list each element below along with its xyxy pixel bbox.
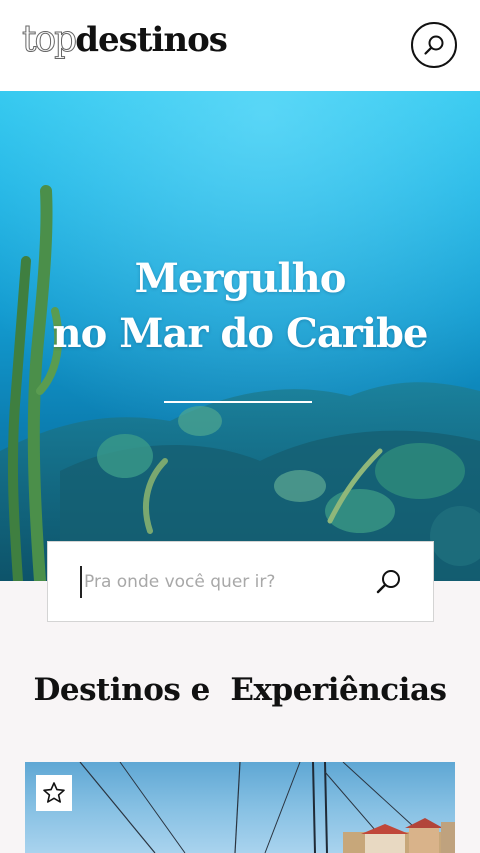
sailboat-harbor-image	[79, 762, 455, 853]
site-logo[interactable]: top destinos	[21, 19, 228, 68]
logo-light-text: top	[21, 19, 77, 60]
search-icon	[424, 35, 444, 55]
header-search-button[interactable]	[411, 22, 457, 68]
destination-card[interactable]	[25, 762, 455, 853]
logo-bold-text: destinos	[75, 20, 228, 60]
star-icon	[43, 782, 65, 803]
search-icon[interactable]	[375, 568, 403, 596]
destination-search	[47, 541, 434, 622]
hero-title: Mergulho no Mar do Caribe	[0, 251, 480, 361]
section-title: Destinos e Experiências	[33, 672, 448, 708]
site-header: top destinos	[0, 0, 480, 91]
hero-divider	[164, 401, 312, 403]
search-input[interactable]	[80, 566, 360, 598]
favorite-button[interactable]	[36, 775, 72, 811]
hero-title-line1: Mergulho	[134, 255, 347, 302]
hero-banner: Mergulho no Mar do Caribe	[0, 91, 480, 581]
hero-title-line2: no Mar do Caribe	[52, 310, 429, 357]
